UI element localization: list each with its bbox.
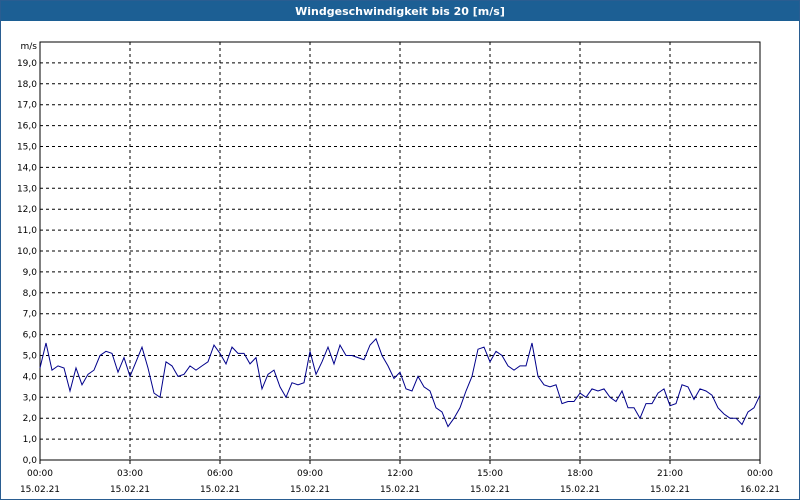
y-tick-label: 11,0 [17,226,37,236]
y-tick-label: 1,0 [23,435,38,445]
y-tick-label: 3,0 [23,393,38,403]
x-tick-time: 18:00 [567,469,593,479]
y-tick-label: 14,0 [17,163,37,173]
series-layer [39,337,761,428]
chart-title: Windgeschwindigkeit bis 20 [m/s] [295,4,505,18]
x-tick-date: 15.02.21 [380,485,420,495]
y-tick-label: 12,0 [17,205,37,215]
x-tick-time: 09:00 [297,469,323,479]
y-tick-label: 16,0 [17,122,37,132]
y-tick-label: 5,0 [23,352,38,362]
x-tick-date: 15.02.21 [290,485,330,495]
x-tick-time: 03:00 [117,469,143,479]
x-tick-date: 15.02.21 [20,485,60,495]
chart-window: Windgeschwindigkeit bis 20 [m/s] 0,0 1,0 2… [0,0,800,500]
x-tick-date: 16.02.21 [740,485,780,495]
x-tick-date: 15.02.21 [110,485,150,495]
x-tick-time: 06:00 [207,469,233,479]
y-tick-label: 0,0 [23,456,38,466]
x-tick-time: 00:00 [27,469,53,479]
title-bar: Windgeschwindigkeit bis 20 [m/s] [1,1,799,21]
x-tick-time: 21:00 [657,469,683,479]
grid-layer [40,41,760,460]
y-tick-label: 19,0 [17,59,37,69]
y-tick-label: 4,0 [23,372,38,382]
x-tick-time: 15:00 [477,469,503,479]
y-tick-label: 2,0 [23,414,38,424]
y-tick-label: 13,0 [17,184,37,194]
y-tick-label: 18,0 [17,80,37,90]
x-tick-date: 15.02.21 [200,485,240,495]
y-tick-label: 9,0 [23,268,38,278]
y-tick-label: 17,0 [17,101,37,111]
x-tick-date: 15.02.21 [470,485,510,495]
y-tick-label: 8,0 [23,289,38,299]
y-tick-label: 15,0 [17,143,37,153]
x-tick-time: 00:00 [747,469,773,479]
y-axis-unit: m/s [21,42,38,52]
chart-canvas: 0,0 1,0 2,0 3,0 4,0 5,0 6,0 7,0 8,0 9,0 10,0 11,0 12… [17,41,780,495]
x-tick-time: 12:00 [387,469,413,479]
axis-layer: 0,0 1,0 2,0 3,0 4,0 5,0 6,0 7,0 8,0 9,0 10,0 11,0 12… [17,41,780,495]
y-tick-label: 10,0 [17,247,37,257]
series-line-wind-speed [39,337,761,428]
x-tick-date: 15.02.21 [650,485,690,495]
x-tick-date: 15.02.21 [560,485,600,495]
y-tick-label: 6,0 [23,331,38,341]
y-tick-label: 7,0 [23,310,38,320]
